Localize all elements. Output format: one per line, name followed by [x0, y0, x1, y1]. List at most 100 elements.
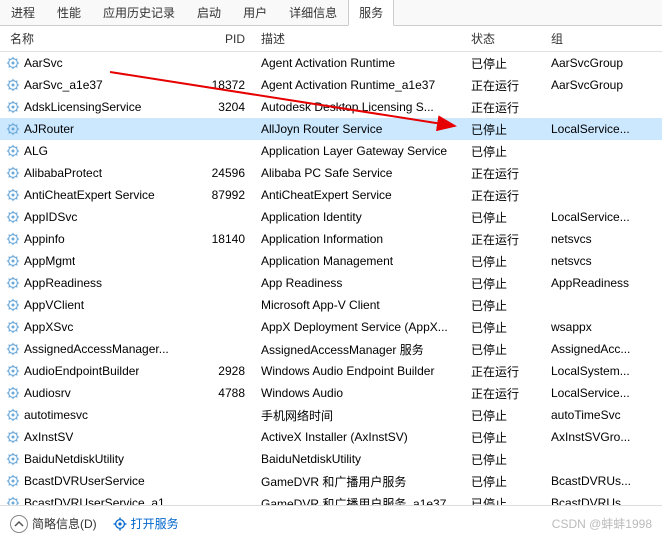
cell-desc: Agent Activation Runtime_a1e37	[255, 78, 465, 92]
service-gear-icon	[6, 276, 20, 290]
cell-name: AntiCheatExpert Service	[0, 188, 200, 202]
tab-performance[interactable]: 性能	[46, 0, 92, 25]
brief-info-toggle[interactable]: 简略信息(D)	[10, 515, 97, 533]
cell-group: AppReadiness	[545, 276, 655, 290]
col-header-name[interactable]: 名称	[0, 30, 200, 47]
brief-info-label: 简略信息(D)	[32, 515, 97, 532]
cell-status: 已停止	[465, 121, 545, 138]
service-name: AppIDSvc	[24, 210, 77, 224]
cell-desc: AppX Deployment Service (AppX...	[255, 320, 465, 334]
cell-desc: App Readiness	[255, 276, 465, 290]
table-row[interactable]: BcastDVRUserServiceGameDVR 和广播用户服务已停止Bca…	[0, 470, 662, 492]
table-row[interactable]: AarSvcAgent Activation Runtime已停止AarSvcG…	[0, 52, 662, 74]
cell-pid: 3204	[200, 100, 255, 114]
cell-pid: 87992	[200, 188, 255, 202]
tab-startup[interactable]: 启动	[186, 0, 232, 25]
cell-status: 已停止	[465, 407, 545, 424]
cell-name: autotimesvc	[0, 408, 200, 422]
table-row[interactable]: autotimesvc手机网络时间已停止autoTimeSvc	[0, 404, 662, 426]
service-name: Appinfo	[24, 232, 65, 246]
service-name: AudioEndpointBuilder	[24, 364, 139, 378]
table-row[interactable]: AppReadinessApp Readiness已停止AppReadiness	[0, 272, 662, 294]
table-row[interactable]: AppIDSvcApplication Identity已停止LocalServ…	[0, 206, 662, 228]
col-header-pid[interactable]: PID	[200, 32, 255, 46]
cell-desc: AntiCheatExpert Service	[255, 188, 465, 202]
service-name: AppXSvc	[24, 320, 73, 334]
table-row[interactable]: AntiCheatExpert Service87992AntiCheatExp…	[0, 184, 662, 206]
cell-status: 已停止	[465, 55, 545, 72]
cell-group: LocalService...	[545, 122, 655, 136]
cell-status: 已停止	[465, 297, 545, 314]
service-gear-icon	[6, 100, 20, 114]
cell-name: AssignedAccessManager...	[0, 342, 200, 356]
table-row[interactable]: AxInstSVActiveX Installer (AxInstSV)已停止A…	[0, 426, 662, 448]
table-row[interactable]: AarSvc_a1e3718372Agent Activation Runtim…	[0, 74, 662, 96]
watermark-text: CSDN @蚌蚌1998	[552, 515, 652, 532]
col-header-status[interactable]: 状态	[465, 30, 545, 47]
table-row[interactable]: Audiosrv4788Windows Audio正在运行LocalServic…	[0, 382, 662, 404]
cell-desc: Windows Audio	[255, 386, 465, 400]
footer-bar: 简略信息(D) 打开服务 CSDN @蚌蚌1998	[0, 505, 662, 541]
cell-name: AJRouter	[0, 122, 200, 136]
tab-details[interactable]: 详细信息	[278, 0, 348, 25]
tab-processes[interactable]: 进程	[0, 0, 46, 25]
table-row[interactable]: AdskLicensingService 3204Autodesk Desktop…	[0, 96, 662, 118]
col-header-desc[interactable]: 描述	[255, 30, 465, 47]
service-gear-icon	[6, 122, 20, 136]
cell-desc: Windows Audio Endpoint Builder	[255, 364, 465, 378]
cell-desc: AssignedAccessManager 服务	[255, 341, 465, 358]
column-header-row: 名称 PID 描述 状态 组	[0, 26, 662, 52]
cell-name: AarSvc	[0, 56, 200, 70]
service-gear-icon	[6, 408, 20, 422]
service-gear-icon	[6, 298, 20, 312]
cell-group: netsvcs	[545, 254, 655, 268]
cell-name: AlibabaProtect	[0, 166, 200, 180]
tab-users[interactable]: 用户	[232, 0, 278, 25]
cell-name: AppXSvc	[0, 320, 200, 334]
service-name: AntiCheatExpert Service	[24, 188, 155, 202]
cell-status: 正在运行	[465, 77, 545, 94]
cell-status: 正在运行	[465, 187, 545, 204]
cell-name: AarSvc_a1e37	[0, 78, 200, 92]
cell-desc: Autodesk Desktop Licensing S...	[255, 100, 465, 114]
service-gear-icon	[6, 254, 20, 268]
cell-status: 已停止	[465, 319, 545, 336]
cell-group: AssignedAcc...	[545, 342, 655, 356]
cell-name: AppIDSvc	[0, 210, 200, 224]
service-name: AdskLicensingService	[24, 100, 141, 114]
cell-name: BcastDVRUserService	[0, 474, 200, 488]
service-name: AxInstSV	[24, 430, 73, 444]
table-row[interactable]: AlibabaProtect24596Alibaba PC Safe Servi…	[0, 162, 662, 184]
cell-group: AarSvcGroup	[545, 56, 655, 70]
service-name: AppMgmt	[24, 254, 75, 268]
cell-status: 正在运行	[465, 99, 545, 116]
tab-app-history[interactable]: 应用历史记录	[92, 0, 186, 25]
cell-name: AudioEndpointBuilder	[0, 364, 200, 378]
table-row[interactable]: AudioEndpointBuilder2928Windows Audio En…	[0, 360, 662, 382]
service-name: BcastDVRUserService	[24, 474, 145, 488]
cell-group: wsappx	[545, 320, 655, 334]
table-row[interactable]: AppXSvc AppX Deployment Service (AppX...已…	[0, 316, 662, 338]
open-services-link[interactable]: 打开服务	[113, 515, 179, 532]
cell-status: 正在运行	[465, 363, 545, 380]
table-row[interactable]: AppMgmtApplication Management已停止netsvcs	[0, 250, 662, 272]
cell-name: AppReadiness	[0, 276, 200, 290]
service-name: BaiduNetdiskUtility	[24, 452, 124, 466]
service-name: AppReadiness	[24, 276, 102, 290]
cell-name: ALG	[0, 144, 200, 158]
table-row[interactable]: BaiduNetdiskUtilityBaiduNetdiskUtility已停…	[0, 448, 662, 470]
table-row[interactable]: Appinfo18140Application Information正在运行n…	[0, 228, 662, 250]
table-row[interactable]: ALGApplication Layer Gateway Service已停止	[0, 140, 662, 162]
table-row[interactable]: AssignedAccessManager... AssignedAccessMa…	[0, 338, 662, 360]
cell-name: Appinfo	[0, 232, 200, 246]
tab-services[interactable]: 服务	[348, 0, 394, 26]
col-header-group[interactable]: 组	[545, 30, 655, 47]
table-row[interactable]: AppVClientMicrosoft App-V Client已停止	[0, 294, 662, 316]
cell-desc: GameDVR 和广播用户服务	[255, 473, 465, 490]
service-gear-icon	[6, 232, 20, 246]
cell-desc: Application Management	[255, 254, 465, 268]
service-gear-icon	[6, 166, 20, 180]
table-row[interactable]: AJRouterAllJoyn Router Service已停止LocalSe…	[0, 118, 662, 140]
cell-status: 正在运行	[465, 385, 545, 402]
cell-pid: 18372	[200, 78, 255, 92]
